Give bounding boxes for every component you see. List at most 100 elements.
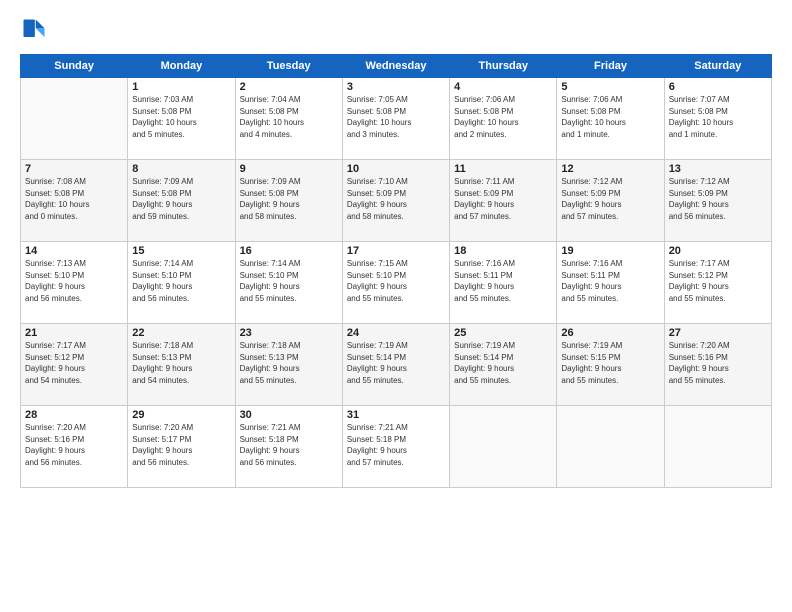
day-info: Sunrise: 7:17 AM Sunset: 5:12 PM Dayligh…	[669, 258, 767, 304]
day-number: 6	[669, 81, 767, 93]
page: SundayMondayTuesdayWednesdayThursdayFrid…	[0, 0, 792, 612]
day-number: 4	[454, 81, 552, 93]
day-info: Sunrise: 7:18 AM Sunset: 5:13 PM Dayligh…	[240, 340, 338, 386]
day-number: 17	[347, 245, 445, 257]
day-number: 8	[132, 163, 230, 175]
calendar-cell	[450, 406, 557, 488]
calendar-cell: 10Sunrise: 7:10 AM Sunset: 5:09 PM Dayli…	[342, 160, 449, 242]
calendar-week-row: 1Sunrise: 7:03 AM Sunset: 5:08 PM Daylig…	[21, 78, 772, 160]
calendar-cell: 5Sunrise: 7:06 AM Sunset: 5:08 PM Daylig…	[557, 78, 664, 160]
day-number: 24	[347, 327, 445, 339]
day-number: 19	[561, 245, 659, 257]
day-number: 20	[669, 245, 767, 257]
day-number: 12	[561, 163, 659, 175]
day-number: 15	[132, 245, 230, 257]
day-number: 22	[132, 327, 230, 339]
day-header: Wednesday	[342, 55, 449, 78]
day-number: 2	[240, 81, 338, 93]
day-info: Sunrise: 7:12 AM Sunset: 5:09 PM Dayligh…	[561, 176, 659, 222]
calendar-cell: 26Sunrise: 7:19 AM Sunset: 5:15 PM Dayli…	[557, 324, 664, 406]
day-number: 18	[454, 245, 552, 257]
day-info: Sunrise: 7:20 AM Sunset: 5:16 PM Dayligh…	[669, 340, 767, 386]
calendar-cell: 17Sunrise: 7:15 AM Sunset: 5:10 PM Dayli…	[342, 242, 449, 324]
calendar-week-row: 28Sunrise: 7:20 AM Sunset: 5:16 PM Dayli…	[21, 406, 772, 488]
calendar-cell: 31Sunrise: 7:21 AM Sunset: 5:18 PM Dayli…	[342, 406, 449, 488]
calendar-cell: 3Sunrise: 7:05 AM Sunset: 5:08 PM Daylig…	[342, 78, 449, 160]
calendar-cell: 29Sunrise: 7:20 AM Sunset: 5:17 PM Dayli…	[128, 406, 235, 488]
day-info: Sunrise: 7:04 AM Sunset: 5:08 PM Dayligh…	[240, 94, 338, 140]
day-number: 14	[25, 245, 123, 257]
calendar-cell: 18Sunrise: 7:16 AM Sunset: 5:11 PM Dayli…	[450, 242, 557, 324]
day-number: 27	[669, 327, 767, 339]
day-number: 7	[25, 163, 123, 175]
day-header: Saturday	[664, 55, 771, 78]
day-header: Sunday	[21, 55, 128, 78]
day-info: Sunrise: 7:12 AM Sunset: 5:09 PM Dayligh…	[669, 176, 767, 222]
day-number: 10	[347, 163, 445, 175]
day-info: Sunrise: 7:19 AM Sunset: 5:14 PM Dayligh…	[454, 340, 552, 386]
logo	[20, 16, 52, 44]
calendar-body: 1Sunrise: 7:03 AM Sunset: 5:08 PM Daylig…	[21, 78, 772, 488]
calendar-cell: 15Sunrise: 7:14 AM Sunset: 5:10 PM Dayli…	[128, 242, 235, 324]
calendar-cell: 9Sunrise: 7:09 AM Sunset: 5:08 PM Daylig…	[235, 160, 342, 242]
calendar-week-row: 7Sunrise: 7:08 AM Sunset: 5:08 PM Daylig…	[21, 160, 772, 242]
calendar-cell: 23Sunrise: 7:18 AM Sunset: 5:13 PM Dayli…	[235, 324, 342, 406]
day-number: 28	[25, 409, 123, 421]
day-info: Sunrise: 7:15 AM Sunset: 5:10 PM Dayligh…	[347, 258, 445, 304]
day-number: 29	[132, 409, 230, 421]
calendar-cell: 4Sunrise: 7:06 AM Sunset: 5:08 PM Daylig…	[450, 78, 557, 160]
day-info: Sunrise: 7:17 AM Sunset: 5:12 PM Dayligh…	[25, 340, 123, 386]
logo-icon	[20, 16, 48, 44]
calendar-cell: 19Sunrise: 7:16 AM Sunset: 5:11 PM Dayli…	[557, 242, 664, 324]
day-info: Sunrise: 7:08 AM Sunset: 5:08 PM Dayligh…	[25, 176, 123, 222]
calendar-cell: 30Sunrise: 7:21 AM Sunset: 5:18 PM Dayli…	[235, 406, 342, 488]
day-number: 21	[25, 327, 123, 339]
day-info: Sunrise: 7:19 AM Sunset: 5:15 PM Dayligh…	[561, 340, 659, 386]
calendar-cell: 7Sunrise: 7:08 AM Sunset: 5:08 PM Daylig…	[21, 160, 128, 242]
day-number: 30	[240, 409, 338, 421]
day-number: 23	[240, 327, 338, 339]
calendar-cell: 22Sunrise: 7:18 AM Sunset: 5:13 PM Dayli…	[128, 324, 235, 406]
day-info: Sunrise: 7:18 AM Sunset: 5:13 PM Dayligh…	[132, 340, 230, 386]
calendar-cell: 28Sunrise: 7:20 AM Sunset: 5:16 PM Dayli…	[21, 406, 128, 488]
day-info: Sunrise: 7:21 AM Sunset: 5:18 PM Dayligh…	[347, 422, 445, 468]
day-header: Tuesday	[235, 55, 342, 78]
day-info: Sunrise: 7:20 AM Sunset: 5:16 PM Dayligh…	[25, 422, 123, 468]
calendar-cell: 6Sunrise: 7:07 AM Sunset: 5:08 PM Daylig…	[664, 78, 771, 160]
day-info: Sunrise: 7:09 AM Sunset: 5:08 PM Dayligh…	[240, 176, 338, 222]
day-info: Sunrise: 7:13 AM Sunset: 5:10 PM Dayligh…	[25, 258, 123, 304]
day-header: Friday	[557, 55, 664, 78]
calendar-cell: 20Sunrise: 7:17 AM Sunset: 5:12 PM Dayli…	[664, 242, 771, 324]
day-info: Sunrise: 7:19 AM Sunset: 5:14 PM Dayligh…	[347, 340, 445, 386]
day-header: Thursday	[450, 55, 557, 78]
day-info: Sunrise: 7:06 AM Sunset: 5:08 PM Dayligh…	[561, 94, 659, 140]
day-info: Sunrise: 7:20 AM Sunset: 5:17 PM Dayligh…	[132, 422, 230, 468]
calendar-week-row: 21Sunrise: 7:17 AM Sunset: 5:12 PM Dayli…	[21, 324, 772, 406]
calendar-cell: 27Sunrise: 7:20 AM Sunset: 5:16 PM Dayli…	[664, 324, 771, 406]
calendar-cell: 16Sunrise: 7:14 AM Sunset: 5:10 PM Dayli…	[235, 242, 342, 324]
day-info: Sunrise: 7:11 AM Sunset: 5:09 PM Dayligh…	[454, 176, 552, 222]
day-number: 3	[347, 81, 445, 93]
calendar-table: SundayMondayTuesdayWednesdayThursdayFrid…	[20, 54, 772, 488]
calendar-cell: 25Sunrise: 7:19 AM Sunset: 5:14 PM Dayli…	[450, 324, 557, 406]
calendar-cell: 13Sunrise: 7:12 AM Sunset: 5:09 PM Dayli…	[664, 160, 771, 242]
day-header: Monday	[128, 55, 235, 78]
calendar-cell: 11Sunrise: 7:11 AM Sunset: 5:09 PM Dayli…	[450, 160, 557, 242]
day-info: Sunrise: 7:16 AM Sunset: 5:11 PM Dayligh…	[561, 258, 659, 304]
day-info: Sunrise: 7:14 AM Sunset: 5:10 PM Dayligh…	[132, 258, 230, 304]
day-number: 26	[561, 327, 659, 339]
calendar-cell: 8Sunrise: 7:09 AM Sunset: 5:08 PM Daylig…	[128, 160, 235, 242]
day-info: Sunrise: 7:21 AM Sunset: 5:18 PM Dayligh…	[240, 422, 338, 468]
calendar-cell: 12Sunrise: 7:12 AM Sunset: 5:09 PM Dayli…	[557, 160, 664, 242]
header	[20, 16, 772, 44]
day-number: 16	[240, 245, 338, 257]
day-info: Sunrise: 7:07 AM Sunset: 5:08 PM Dayligh…	[669, 94, 767, 140]
day-info: Sunrise: 7:05 AM Sunset: 5:08 PM Dayligh…	[347, 94, 445, 140]
day-info: Sunrise: 7:16 AM Sunset: 5:11 PM Dayligh…	[454, 258, 552, 304]
day-number: 11	[454, 163, 552, 175]
calendar-cell	[557, 406, 664, 488]
calendar-header-row: SundayMondayTuesdayWednesdayThursdayFrid…	[21, 55, 772, 78]
day-info: Sunrise: 7:09 AM Sunset: 5:08 PM Dayligh…	[132, 176, 230, 222]
day-number: 1	[132, 81, 230, 93]
calendar-cell: 2Sunrise: 7:04 AM Sunset: 5:08 PM Daylig…	[235, 78, 342, 160]
